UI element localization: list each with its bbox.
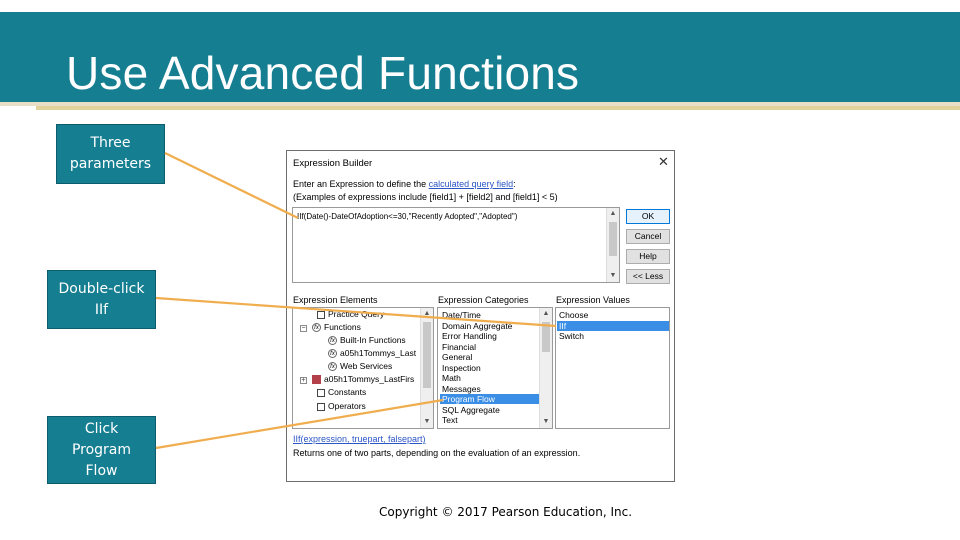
expand-icon[interactable]: + (300, 377, 307, 384)
elements-scrollbar[interactable]: ▲ ▼ (420, 308, 433, 428)
instruction-suffix: : (513, 179, 516, 189)
instruction-prefix: Enter an Expression to define the (293, 179, 429, 189)
value-item[interactable]: Switch (557, 331, 669, 341)
scroll-down-icon[interactable]: ▼ (421, 417, 433, 427)
callout-line: Flow (85, 462, 118, 479)
cancel-button[interactable]: Cancel (626, 229, 670, 244)
ok-button[interactable]: OK (626, 209, 670, 224)
callout-line: parameters (69, 156, 152, 172)
title-accent-line (36, 106, 960, 110)
elements-label: Expression Elements (293, 295, 378, 305)
examples-text: (Examples of expressions include [field1… (293, 192, 558, 202)
category-item[interactable]: Error Handling (440, 331, 540, 341)
tree-item-functions[interactable]: fx Functions (312, 322, 361, 333)
callout-click-program-flow: Click Program Flow (47, 416, 156, 484)
scroll-down-icon[interactable]: ▼ (607, 271, 619, 281)
values-label: Expression Values (556, 295, 630, 305)
query-icon (317, 310, 325, 319)
tree-item-a05h1tommys-lastfirs[interactable]: a05h1Tommys_LastFirs (312, 374, 415, 385)
scroll-thumb[interactable] (423, 322, 431, 388)
calculated-query-field-link[interactable]: calculated query field (429, 179, 514, 189)
callout-three-parameters: Three parameters (56, 124, 165, 184)
close-icon[interactable]: ✕ (658, 155, 669, 168)
tree-item-label: Practice Query (328, 309, 385, 319)
tree-item-label: a05h1Tommys_LastFirs (324, 374, 415, 384)
category-item[interactable]: SQL Aggregate (440, 405, 540, 415)
callout-line: Three (90, 135, 131, 151)
collapse-icon[interactable]: − (300, 325, 307, 332)
scroll-thumb[interactable] (609, 222, 617, 256)
leader-line-three-parameters (164, 152, 299, 219)
categories-scrollbar[interactable]: ▲ ▼ (539, 308, 552, 428)
tree-item-label: Functions (324, 322, 361, 332)
function-description: Returns one of two parts, depending on t… (293, 448, 581, 458)
tree-item-label: Constants (328, 387, 367, 397)
tree-item-constants[interactable]: Constants (317, 387, 366, 397)
function-icon: fx (328, 349, 337, 359)
function-icon: fx (328, 362, 337, 372)
category-item[interactable]: Inspection (440, 363, 540, 373)
callout-line: Click (84, 420, 119, 437)
category-item[interactable]: Messages (440, 384, 540, 394)
callout-line: IIf (94, 301, 109, 318)
instruction-text: Enter an Expression to define the calcul… (293, 179, 516, 189)
scroll-down-icon[interactable]: ▼ (540, 417, 552, 427)
tree-item-label: a05h1Tommys_Last (340, 348, 417, 358)
folder-icon (317, 402, 325, 411)
function-icon: fx (312, 323, 321, 333)
folder-icon (317, 388, 325, 397)
scroll-up-icon[interactable]: ▲ (607, 209, 619, 219)
callout-line: Double-click (58, 280, 145, 297)
help-button[interactable]: Help (626, 249, 670, 264)
category-item[interactable]: Text (440, 415, 540, 425)
expression-input[interactable]: IIf(Date()-DateOfAdoption<=30,"Recently … (292, 207, 620, 283)
database-icon (312, 375, 321, 385)
tree-item-practice-query[interactable]: Practice Query (317, 309, 384, 319)
value-item[interactable]: Choose (557, 310, 669, 320)
tree-item-label: Operators (328, 401, 366, 411)
tree-item-operators[interactable]: Operators (317, 401, 366, 411)
tree-item-label: Built-In Functions (340, 335, 406, 345)
callout-line: Program (71, 441, 132, 458)
slide-title: Use Advanced Functions (66, 47, 580, 99)
scroll-up-icon[interactable]: ▲ (421, 309, 433, 319)
category-item[interactable]: General (440, 352, 540, 362)
expression-scrollbar[interactable]: ▲ ▼ (606, 208, 619, 282)
expression-categories-list[interactable]: Date/Time Domain Aggregate Error Handlin… (437, 307, 553, 429)
dialog-title: Expression Builder (293, 158, 373, 169)
tree-item-built-in-functions[interactable]: fx Built-In Functions (328, 335, 406, 346)
tree-item-a05h1tommys-last[interactable]: fx a05h1Tommys_Last (328, 348, 417, 359)
tree-item-web-services[interactable]: fx Web Services (328, 361, 393, 372)
tree-item-label: Web Services (340, 361, 393, 371)
expression-elements-tree[interactable]: Practice Query − fx Functions fx Built-In … (292, 307, 434, 429)
scroll-thumb[interactable] (542, 322, 550, 352)
category-item[interactable]: Domain Aggregate (440, 321, 540, 331)
expression-builder-dialog: Expression Builder ✕ Enter an Expression… (286, 150, 675, 482)
scroll-up-icon[interactable]: ▲ (540, 309, 552, 319)
value-item-iif[interactable]: IIf (557, 320, 669, 331)
less-button[interactable]: << Less (626, 269, 670, 284)
function-syntax-link[interactable]: IIf(expression, truepart, falsepart) (293, 434, 426, 444)
copyright-notice: Copyright © 2017 Pearson Education, Inc. (379, 505, 633, 519)
category-item-program-flow[interactable]: Program Flow (440, 394, 540, 404)
category-item[interactable]: Math (440, 373, 540, 383)
expression-values-list[interactable]: Choose IIf Switch (555, 307, 670, 429)
function-icon: fx (328, 336, 337, 346)
category-item[interactable]: Financial (440, 342, 540, 352)
category-item[interactable]: Date/Time (440, 310, 540, 320)
expression-text[interactable]: IIf(Date()-DateOfAdoption<=30,"Recently … (297, 212, 517, 221)
categories-label: Expression Categories (438, 295, 529, 305)
callout-double-click-iif: Double-click IIf (47, 270, 156, 329)
